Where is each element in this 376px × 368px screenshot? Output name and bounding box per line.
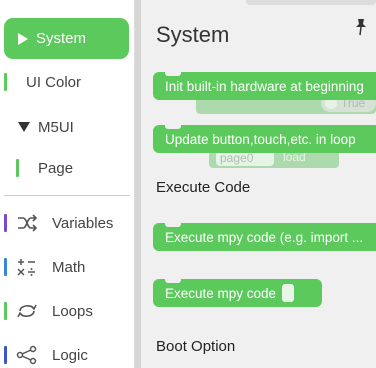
category-label: UI Color [26,73,82,91]
category-color-bar [4,214,7,232]
category-ui-color[interactable]: UI Color [0,68,130,96]
category-page[interactable]: Page [0,154,130,182]
category-logic[interactable]: Logic [0,341,130,368]
pin-icon[interactable] [353,18,369,36]
category-color-bar [4,258,7,276]
category-loops[interactable]: Loops [0,297,130,325]
toolbox-category-list: System UI Color M5UI Page Variables Math… [0,0,135,368]
block-notch [165,72,181,76]
category-label: Page [38,159,74,177]
block-label: Update button,touch,etc. in loop [165,131,356,147]
block-execute-mpy[interactable]: Execute mpy code [153,279,322,307]
flyout-title: System [156,22,230,47]
category-color-bar [4,302,7,320]
play-triangle-icon [18,32,28,45]
math-operators-icon [17,259,35,276]
category-variables[interactable]: Variables [0,209,130,237]
category-label: Math [52,258,86,276]
shuffle-icon [18,214,38,232]
block-label: Init built-in hardware at beginning [165,78,364,94]
category-label: Loops [52,302,93,320]
category-color-bar [4,73,7,91]
window-top-edge [246,0,376,5]
category-system[interactable]: System [4,18,129,59]
block-execute-mpy-import[interactable]: Execute mpy code (e.g. import ... [153,223,376,251]
block-init-hardware[interactable]: Init built-in hardware at beginning [153,72,376,100]
code-input-slot[interactable] [282,284,295,302]
category-label: Logic [52,346,88,364]
block-notch [165,223,181,227]
category-math[interactable]: Math [0,253,130,281]
block-update-loop[interactable]: Update button,touch,etc. in loop [153,125,376,153]
logic-nodes-icon [16,345,37,365]
category-color-bar [16,159,19,177]
expand-triangle-icon [18,122,30,132]
block-label: Execute mpy code [165,285,277,301]
block-label: Execute mpy code (e.g. import ... [165,229,364,245]
section-boot-option: Boot Option [156,338,236,355]
category-m5ui[interactable]: M5UI [0,113,130,141]
category-system-label: System [36,30,87,47]
background-page-text: page0 [220,151,254,165]
blocks-flyout: System True page0 load Init built-in har… [141,0,376,368]
section-execute-code: Execute Code [156,179,251,196]
block-notch [165,279,181,283]
block-notch [165,125,181,129]
loop-arrows-icon [17,304,37,318]
toolbox-divider [4,195,130,196]
category-label: Variables [52,214,114,232]
category-label: M5UI [38,118,74,136]
category-color-bar [4,346,7,364]
